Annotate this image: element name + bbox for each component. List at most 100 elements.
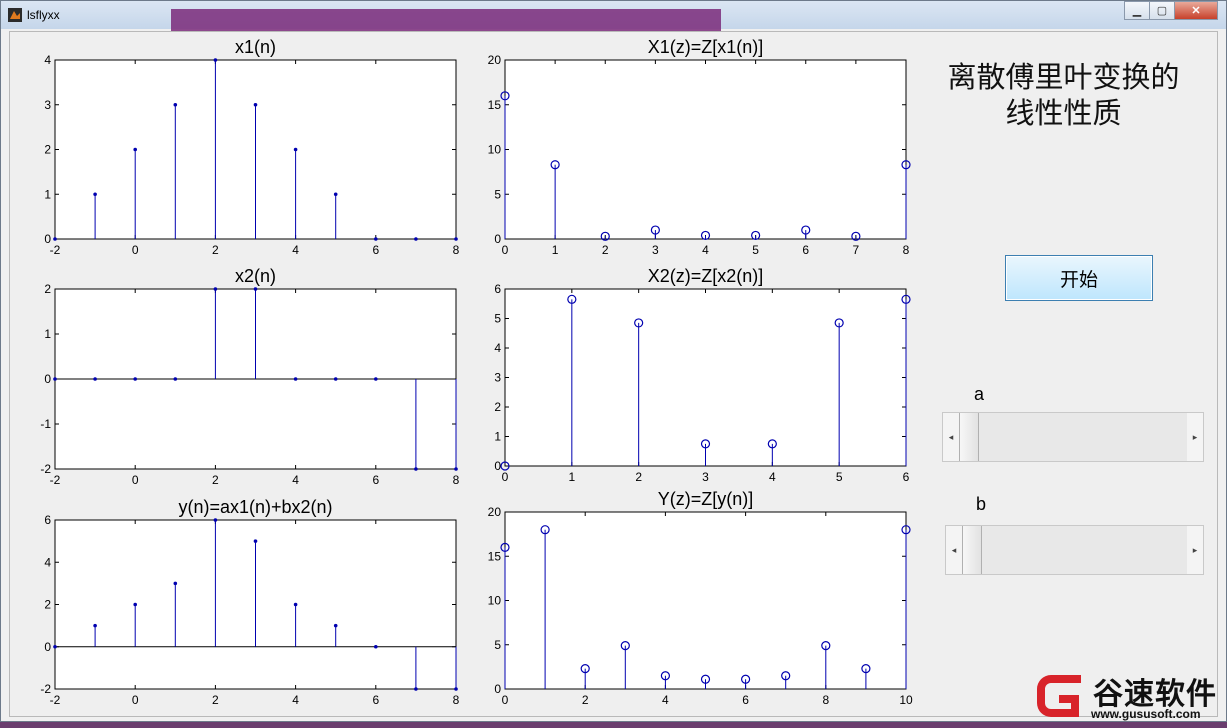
x2-data-point [53,377,57,381]
X1-x-tick-label: 4 [702,243,709,257]
y-y-tick-label: 6 [44,513,51,527]
x1-x-tick-label: 4 [292,243,299,257]
x1-y-tick-label: 3 [44,98,51,112]
x1-data-point [414,237,418,241]
x2-x-tick-label: 6 [372,473,379,487]
x2-x-tick-label: -2 [50,473,61,487]
y-data-point [374,644,378,649]
y-x-tick-label: -2 [50,693,61,707]
slider-a-label: a [974,384,985,404]
x2-data-point [454,467,458,471]
x2-y-tick-label: 0 [44,372,51,386]
X2-x-tick-label: 5 [836,470,843,484]
X2-y-tick-label: 2 [494,400,501,414]
X1-x-tick-label: 3 [652,243,659,257]
x2-data-point [374,377,378,381]
X1-x-tick-label: 0 [502,243,509,257]
x2-data-point [133,377,137,381]
X1-y-tick-label: 20 [488,53,502,67]
x2-data-point [293,377,298,381]
y-data-point [173,581,178,586]
y-data-point [253,539,258,543]
Y-y-tick-label: 5 [494,638,501,652]
X1-y-tick-label: 15 [488,98,502,112]
x2-data-point [93,377,97,381]
x2-y-tick-label: -1 [40,417,51,431]
Y-y-tick-label: 20 [488,505,502,519]
x2-y-tick-label: 2 [44,282,51,296]
y-x-tick-label: 4 [292,693,299,707]
slider-a-thumb[interactable] [959,413,979,461]
slider-b-thumb[interactable] [962,526,982,574]
X1-x-tick-label: 6 [802,243,809,257]
x2-data-point [333,377,338,381]
X2-x-tick-label: 6 [903,470,910,484]
X1-axes-box [504,59,907,240]
X2-y-tick-label: 6 [494,282,501,296]
X1-x-tick-label: 2 [602,243,609,257]
y-data-point [93,623,97,628]
x1-x-tick-label: 2 [212,243,219,257]
x1-data-point [454,237,458,241]
X1-y-tick-label: 5 [494,187,501,201]
x1-data-point [333,192,338,197]
y-x-tick-label: 0 [132,693,139,707]
X2-y-tick-label: 5 [494,312,501,326]
x1-x-tick-label: 8 [453,243,460,257]
y-data-point [454,687,458,691]
page-heading: 离散傅里叶变换的 线性性质 [947,60,1180,130]
x1-y-tick-label: 0 [44,232,51,246]
x1-data-point [374,237,378,241]
Y-y-tick-label: 15 [488,549,502,563]
x2-data-point [253,287,258,291]
X2-x-tick-label: 2 [635,470,642,484]
x1-data-point [253,102,258,107]
Y-x-tick-label: 10 [899,693,913,707]
X2-y-tick-label: 3 [494,371,501,385]
x2-y-tick-label: -2 [40,462,51,476]
y-data-point [133,602,137,607]
slider-a-right-arrow-icon[interactable]: ▸ [1187,413,1203,461]
app-window: lsflyxx ▁ ▢ ✕ x1(n) -2 0 2 4 6 8 0 1 2 3 4 X1(z)=Z[x… [0,0,1227,722]
x1-data-point [293,147,298,152]
x2-x-tick-label: 8 [453,473,460,487]
x2-data-point [213,287,218,291]
x2-x-tick-label: 4 [292,473,299,487]
slider-b[interactable]: ◂ ▸ [945,525,1204,575]
x1-chart-title: x1(n) [235,37,276,57]
x2-data-point [414,467,418,471]
slider-b-right-arrow-icon[interactable]: ▸ [1187,526,1203,574]
y-x-tick-label: 2 [212,693,219,707]
y-data-point [414,687,418,691]
X1-y-tick-label: 10 [488,143,502,157]
X2-x-tick-label: 1 [568,470,575,484]
start-button[interactable]: 开始 [1005,255,1153,301]
slider-a[interactable]: ◂ ▸ [942,412,1204,462]
x1-y-tick-label: 2 [44,143,51,157]
slider-b-left-arrow-icon[interactable]: ◂ [946,526,962,574]
y-y-tick-label: 0 [44,640,51,654]
x2-x-tick-label: 0 [132,473,139,487]
X2-x-tick-label: 0 [502,470,509,484]
y-y-tick-label: 4 [44,555,51,569]
y-data-point [213,518,218,522]
logo-icon [1037,675,1081,717]
Y-x-tick-label: 6 [742,693,749,707]
Y-axes-box [504,511,907,690]
X2-y-tick-label: 0 [494,459,501,473]
y-data-point [53,644,57,649]
y-data-point [293,602,298,607]
slider-a-left-arrow-icon[interactable]: ◂ [943,413,959,461]
Y-y-tick-label: 0 [494,682,501,696]
x1-data-point [93,192,97,197]
x1-data-point [53,237,57,241]
x2-x-tick-label: 2 [212,473,219,487]
X2-x-tick-label: 3 [702,470,709,484]
slider-b-label: b [976,494,987,514]
X1-chart-title: X1(z)=Z[x1(n)] [648,37,764,57]
x1-data-point [213,58,218,62]
watermark-logo: 谷速软件 www.gususoft.com [1033,667,1227,723]
X1-x-tick-label: 7 [853,243,860,257]
x1-x-tick-label: 0 [132,243,139,257]
x2-y-tick-label: 1 [44,327,51,341]
